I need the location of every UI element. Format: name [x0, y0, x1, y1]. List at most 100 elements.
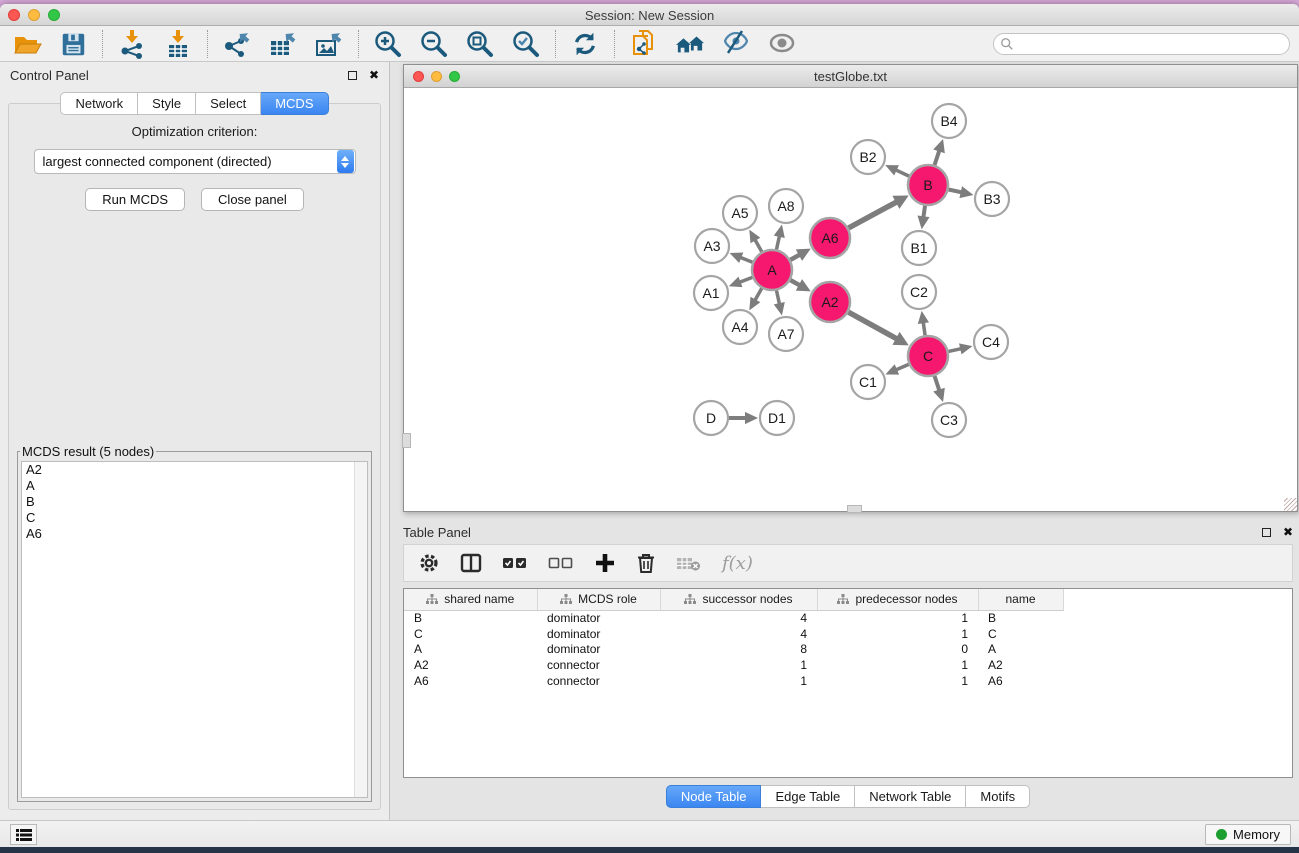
svg-text:A7: A7 — [777, 326, 794, 342]
table-row[interactable]: Bdominator41B — [404, 610, 1292, 626]
svg-text:D1: D1 — [768, 410, 786, 426]
hierarchy-icon — [560, 594, 572, 605]
col-successor-nodes[interactable]: successor nodes — [660, 589, 817, 610]
col-predecessor-nodes[interactable]: predecessor nodes — [817, 589, 978, 610]
close-panel-icon[interactable]: ✖ — [369, 69, 379, 81]
mcds-result-list[interactable]: A2ABCA6 — [21, 461, 368, 798]
export-table-icon[interactable] — [266, 29, 300, 59]
work-area: testGlobe.txt B4B2BB3A5A8A6A3B1AA1A2C2A4… — [390, 62, 1299, 820]
svg-text:C3: C3 — [940, 412, 958, 428]
search-input[interactable] — [1014, 35, 1289, 53]
search-icon — [1000, 37, 1014, 51]
zoom-selected-icon[interactable] — [509, 29, 543, 59]
network-graph[interactable]: B4B2BB3A5A8A6A3B1AA1A2C2A4A7CC4C1C3DD1 — [404, 88, 1286, 511]
tab-edge-table[interactable]: Edge Table — [761, 785, 855, 808]
zoom-fit-icon[interactable] — [463, 29, 497, 59]
tab-style[interactable]: Style — [138, 92, 196, 115]
splitter-handle-left[interactable] — [402, 433, 411, 448]
result-list-item[interactable]: B — [22, 494, 367, 510]
clone-network-icon[interactable] — [627, 29, 661, 59]
table-row[interactable]: A2connector11A2 — [404, 657, 1292, 673]
import-network-icon[interactable] — [115, 29, 149, 59]
mcds-panel: Optimization criterion: largest connecte… — [8, 103, 381, 810]
svg-text:C1: C1 — [859, 374, 877, 390]
resize-grip-icon[interactable] — [1284, 498, 1297, 511]
run-mcds-button[interactable]: Run MCDS — [85, 188, 185, 211]
home-icon[interactable] — [673, 29, 707, 59]
mcds-result-group: MCDS result (5 nodes) A2ABCA6 — [17, 444, 372, 802]
deselect-all-icon[interactable] — [548, 554, 574, 572]
close-panel-button[interactable]: Close panel — [201, 188, 304, 211]
refresh-icon[interactable] — [568, 29, 602, 59]
table-panel-title: Table Panel — [403, 525, 1262, 540]
result-list-item[interactable]: A2 — [22, 462, 367, 478]
window-title: Session: New Session — [0, 8, 1299, 23]
apply-function-icon: f(x) — [722, 553, 753, 574]
table-row[interactable]: Cdominator41C — [404, 626, 1292, 642]
col-mcds-role[interactable]: MCDS role — [537, 589, 660, 610]
table-row[interactable]: A6connector11A6 — [404, 673, 1292, 689]
save-session-icon[interactable] — [56, 29, 90, 59]
status-bar: Memory — [0, 820, 1299, 847]
mcds-result-title: MCDS result (5 nodes) — [20, 444, 156, 459]
table-tabs: Node Table Edge Table Network Table Moti… — [403, 785, 1293, 808]
tab-mcds[interactable]: MCDS — [261, 92, 328, 115]
delete-table-icon — [676, 553, 702, 573]
import-table-icon[interactable] — [161, 29, 195, 59]
table-close-icon[interactable]: ✖ — [1283, 526, 1293, 538]
svg-text:B4: B4 — [940, 113, 957, 129]
export-network-icon[interactable] — [220, 29, 254, 59]
svg-text:B: B — [923, 177, 932, 193]
hide-graphics-details-icon[interactable] — [719, 29, 753, 59]
svg-text:B3: B3 — [983, 191, 1000, 207]
float-panel-icon[interactable] — [348, 71, 357, 80]
tab-select[interactable]: Select — [196, 92, 261, 115]
svg-text:C: C — [923, 348, 933, 364]
table-float-icon[interactable] — [1262, 528, 1271, 537]
column-layout-icon[interactable] — [460, 552, 482, 574]
svg-text:A4: A4 — [731, 319, 748, 335]
network-canvas[interactable]: B4B2BB3A5A8A6A3B1AA1A2C2A4A7CC4C1C3DD1 — [404, 88, 1297, 511]
table-header-row: shared name MCDS role successor nodes pr… — [404, 589, 1292, 610]
tab-network-table[interactable]: Network Table — [855, 785, 966, 808]
memory-button[interactable]: Memory — [1205, 824, 1291, 845]
criterion-value: largest connected component (directed) — [35, 154, 337, 169]
result-list-item[interactable]: C — [22, 510, 367, 526]
svg-text:A: A — [767, 262, 777, 278]
select-all-icon[interactable] — [502, 554, 528, 572]
criterion-dropdown[interactable]: largest connected component (directed) — [34, 149, 356, 174]
hierarchy-icon — [684, 594, 696, 605]
splitter-handle-bottom[interactable] — [847, 505, 862, 513]
tab-network[interactable]: Network — [60, 92, 138, 115]
svg-text:A3: A3 — [703, 238, 720, 254]
main-toolbar — [0, 26, 1299, 62]
table-toolbar: f(x) — [403, 544, 1293, 582]
window-titlebar: Session: New Session — [0, 4, 1299, 26]
settings-gear-icon[interactable] — [418, 552, 440, 574]
delete-column-icon[interactable] — [636, 552, 656, 574]
open-file-icon[interactable] — [10, 29, 44, 59]
add-column-icon[interactable] — [594, 552, 616, 574]
export-image-icon[interactable] — [312, 29, 346, 59]
control-panel: Control Panel ✖ Network Style Select MCD… — [0, 62, 390, 820]
col-shared-name[interactable]: shared name — [404, 589, 537, 610]
tab-node-table[interactable]: Node Table — [666, 785, 762, 808]
svg-text:C2: C2 — [910, 284, 928, 300]
task-history-button[interactable] — [10, 824, 37, 845]
col-name[interactable]: name — [978, 589, 1063, 610]
node-table[interactable]: shared name MCDS role successor nodes pr… — [403, 588, 1293, 778]
control-panel-tabs: Network Style Select MCDS — [0, 92, 389, 115]
svg-text:A1: A1 — [702, 285, 719, 301]
tab-motifs[interactable]: Motifs — [966, 785, 1030, 808]
result-list-item[interactable]: A6 — [22, 526, 367, 542]
result-list-item[interactable]: A — [22, 478, 367, 494]
search-field[interactable] — [993, 33, 1290, 55]
svg-text:D: D — [706, 410, 716, 426]
show-graphics-details-icon[interactable] — [765, 29, 799, 59]
svg-text:B1: B1 — [910, 240, 927, 256]
table-row[interactable]: Adominator80A — [404, 642, 1292, 658]
zoom-in-icon[interactable] — [371, 29, 405, 59]
hierarchy-icon — [426, 594, 438, 605]
result-scrollbar[interactable] — [354, 462, 367, 797]
zoom-out-icon[interactable] — [417, 29, 451, 59]
